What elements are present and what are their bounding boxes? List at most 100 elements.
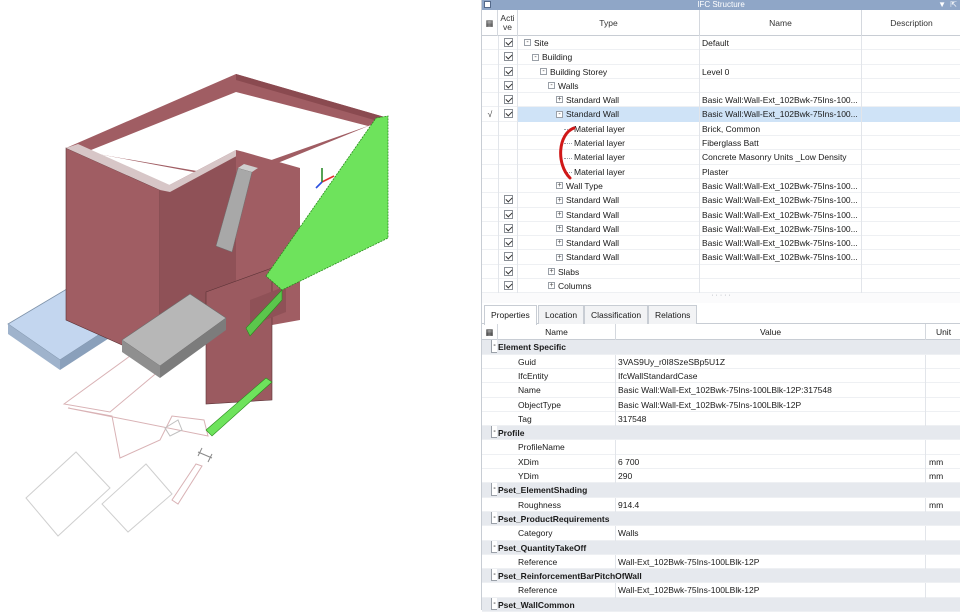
property-row[interactable]: Roughness 914.4 mm [482, 497, 960, 512]
tree-row[interactable]: + Standard Wall Basic Wall:Wall-Ext_102Bwk… [482, 207, 960, 222]
group-toggle[interactable]: - [485, 340, 497, 354]
collapse-icon[interactable]: - [491, 569, 497, 582]
property-group[interactable]: - Element Specific [482, 340, 960, 355]
expand-icon[interactable]: + [556, 96, 563, 104]
type-cell[interactable]: + Standard Wall [518, 250, 700, 265]
grid-settings-icon[interactable]: ▦ [482, 324, 498, 341]
type-cell[interactable]: + Slabs [518, 264, 700, 280]
tree-row[interactable]: + Standard Wall Basic Wall:Wall-Ext_102Bwk… [482, 193, 960, 208]
type-cell[interactable]: - Walls [518, 78, 700, 94]
property-row[interactable]: Guid 3VAS9Uy_r0I8SzeSBp5U1Z [482, 354, 960, 369]
type-cell[interactable]: Material layer [518, 121, 700, 137]
type-cell[interactable]: + Wall Type [518, 178, 700, 194]
active-checkbox[interactable] [503, 266, 513, 276]
splitter-handle[interactable]: · · · · · [482, 292, 960, 304]
tree-row[interactable]: - Building Storey Level 0 [482, 64, 960, 79]
property-row[interactable]: ObjectType Basic Wall:Wall-Ext_102Bwk-75I… [482, 397, 960, 412]
model-view[interactable] [0, 0, 480, 610]
collapse-icon[interactable]: - [532, 53, 539, 61]
property-row[interactable]: Reference Wall-Ext_102Bwk-75Ins-100LBlk-1… [482, 554, 960, 570]
col-type[interactable]: Type [518, 10, 700, 36]
grid-settings-icon[interactable]: ▦ [482, 10, 498, 36]
type-cell[interactable]: + Standard Wall [518, 236, 700, 251]
tab-classification[interactable]: Classification [584, 305, 649, 325]
col-active[interactable]: Acti ve [498, 10, 518, 36]
property-group[interactable]: - Profile [482, 426, 960, 441]
col-description[interactable]: Description [862, 10, 960, 36]
col-prop-unit[interactable]: Unit [926, 324, 960, 340]
tree-row[interactable]: √ - Standard Wall Basic Wall:Wall-Ext_102Bw… [482, 107, 960, 122]
property-row[interactable]: ProfileName [482, 440, 960, 455]
collapse-icon[interactable]: - [491, 597, 497, 610]
active-checkbox[interactable] [503, 80, 513, 90]
type-cell[interactable]: + Standard Wall [518, 221, 700, 237]
property-row[interactable]: Tag 317548 [482, 411, 960, 427]
type-cell[interactable]: - Building [518, 50, 700, 65]
tree-row[interactable]: + Standard Wall Basic Wall:Wall-Ext_102Bwk… [482, 221, 960, 237]
col-prop-value[interactable]: Value [616, 324, 926, 341]
tree-row[interactable]: - Walls [482, 78, 960, 94]
collapse-icon[interactable]: - [548, 82, 555, 90]
col-prop-name[interactable]: Name [498, 324, 616, 341]
type-cell[interactable]: + Standard Wall [518, 193, 700, 208]
group-toggle[interactable]: - [485, 426, 497, 440]
active-checkbox[interactable] [503, 66, 513, 76]
property-row[interactable]: IfcEntity IfcWallStandardCase [482, 368, 960, 384]
active-checkbox[interactable] [503, 38, 513, 47]
expand-icon[interactable]: + [548, 268, 555, 275]
property-row[interactable]: XDim 6 700 mm [482, 454, 960, 470]
expand-icon[interactable]: + [556, 253, 563, 261]
expand-icon[interactable]: + [556, 196, 563, 204]
collapse-icon[interactable]: - [491, 426, 497, 439]
active-checkbox[interactable] [503, 223, 513, 233]
collapse-icon[interactable]: - [491, 540, 497, 553]
active-checkbox[interactable] [503, 252, 513, 262]
property-group[interactable]: - Pset_ElementShading [482, 483, 960, 498]
active-checkbox[interactable] [503, 195, 513, 205]
tree-row[interactable]: + Slabs [482, 264, 960, 280]
expand-icon[interactable]: + [548, 282, 555, 290]
expand-icon[interactable]: + [556, 239, 563, 247]
collapse-icon[interactable]: - [491, 483, 497, 496]
active-checkbox[interactable] [503, 238, 513, 248]
type-cell[interactable]: + Columns [518, 279, 700, 294]
collapse-icon[interactable]: - [556, 110, 563, 118]
active-checkbox[interactable] [503, 52, 513, 62]
type-cell[interactable]: Material layer [518, 136, 700, 151]
group-toggle[interactable]: - [485, 483, 497, 497]
active-checkbox[interactable] [503, 109, 513, 119]
tree-row[interactable]: + Standard Wall Basic Wall:Wall-Ext_102Bwk… [482, 250, 960, 265]
type-cell[interactable]: + Standard Wall [518, 93, 700, 108]
collapse-icon[interactable]: - [540, 67, 547, 75]
tab-relations[interactable]: Relations [648, 305, 698, 325]
tab-properties[interactable]: Properties [484, 305, 537, 326]
property-group[interactable]: - Pset_QuantityTakeOff [482, 540, 960, 555]
type-cell[interactable]: Material layer [518, 164, 700, 179]
collapse-icon[interactable]: - [491, 511, 497, 525]
tree-row[interactable]: + Standard Wall Basic Wall:Wall-Ext_102Bwk… [482, 93, 960, 108]
type-cell[interactable]: - Site [518, 36, 700, 51]
active-checkbox[interactable] [503, 209, 513, 219]
group-toggle[interactable]: - [485, 569, 497, 583]
tree-row[interactable]: + Standard Wall Basic Wall:Wall-Ext_102Bwk… [482, 236, 960, 251]
active-checkbox[interactable] [503, 281, 513, 291]
expand-icon[interactable]: + [556, 225, 563, 233]
dropdown-icon[interactable]: ▼ [938, 0, 946, 10]
type-cell[interactable]: + Standard Wall [518, 207, 700, 222]
tree-row[interactable]: - Building [482, 50, 960, 65]
tree-row[interactable]: - Site Default [482, 36, 960, 51]
property-group[interactable]: - Pset_ReinforcementBarPitchOfWall [482, 569, 960, 584]
active-checkbox[interactable] [503, 95, 513, 105]
property-row[interactable]: Name Basic Wall:Wall-Ext_102Bwk-75Ins-100… [482, 383, 960, 398]
expand-icon[interactable]: + [556, 210, 563, 218]
group-toggle[interactable]: - [485, 540, 497, 555]
3d-viewport[interactable] [0, 0, 480, 610]
tab-location[interactable]: Location [538, 305, 585, 325]
property-row[interactable]: YDim 290 mm [482, 469, 960, 484]
collapse-icon[interactable]: - [491, 340, 497, 353]
pin-icon[interactable]: ⇱ [950, 0, 957, 10]
property-group[interactable]: - Pset_ProductRequirements [482, 511, 960, 527]
tree-row[interactable]: + Columns [482, 279, 960, 294]
type-cell[interactable]: - Standard Wall [518, 107, 700, 122]
property-row[interactable]: Category Walls [482, 526, 960, 541]
